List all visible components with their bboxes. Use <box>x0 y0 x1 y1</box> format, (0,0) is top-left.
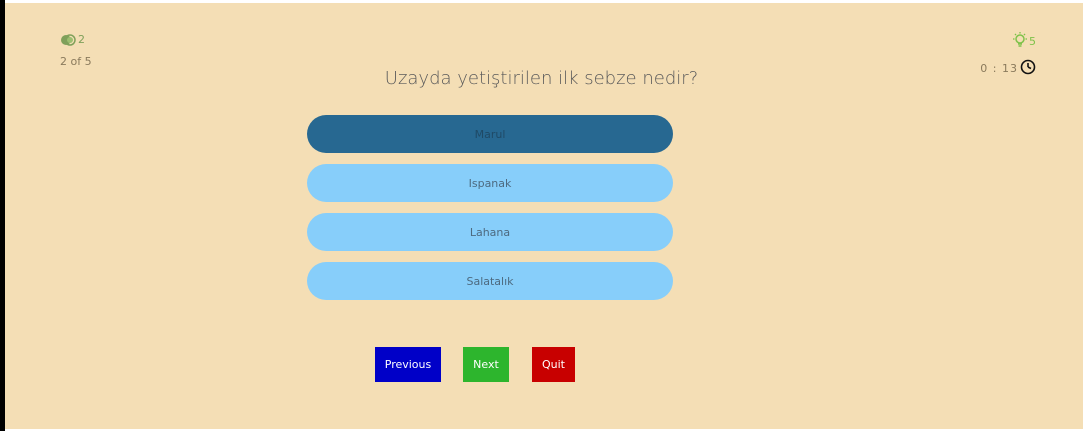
quit-button[interactable]: Quit <box>532 347 575 382</box>
lifelines-count: 2 <box>78 33 85 46</box>
lightbulb-icon <box>1011 31 1029 52</box>
next-button[interactable]: Next <box>463 347 509 382</box>
hints-count: 5 <box>1029 35 1036 48</box>
quiz-page: 2 2 of 5 5 0 : 13 Uzayda yetiştirilen il… <box>5 3 1083 429</box>
option-button[interactable]: Marul <box>307 115 673 153</box>
option-button[interactable]: Salatalık <box>307 262 673 300</box>
lifelines-counter[interactable]: 2 <box>60 33 85 46</box>
question-progress: 2 of 5 <box>60 55 92 68</box>
hints-counter[interactable]: 5 <box>1011 31 1036 52</box>
answer-options: Marul Ispanak Lahana Salatalık <box>307 115 673 311</box>
option-button[interactable]: Ispanak <box>307 164 673 202</box>
fifty-fifty-icon <box>60 33 76 46</box>
question-text: Uzayda yetiştirilen ilk sebze nedir? <box>384 68 699 89</box>
option-button[interactable]: Lahana <box>307 213 673 251</box>
previous-button[interactable]: Previous <box>375 347 441 382</box>
